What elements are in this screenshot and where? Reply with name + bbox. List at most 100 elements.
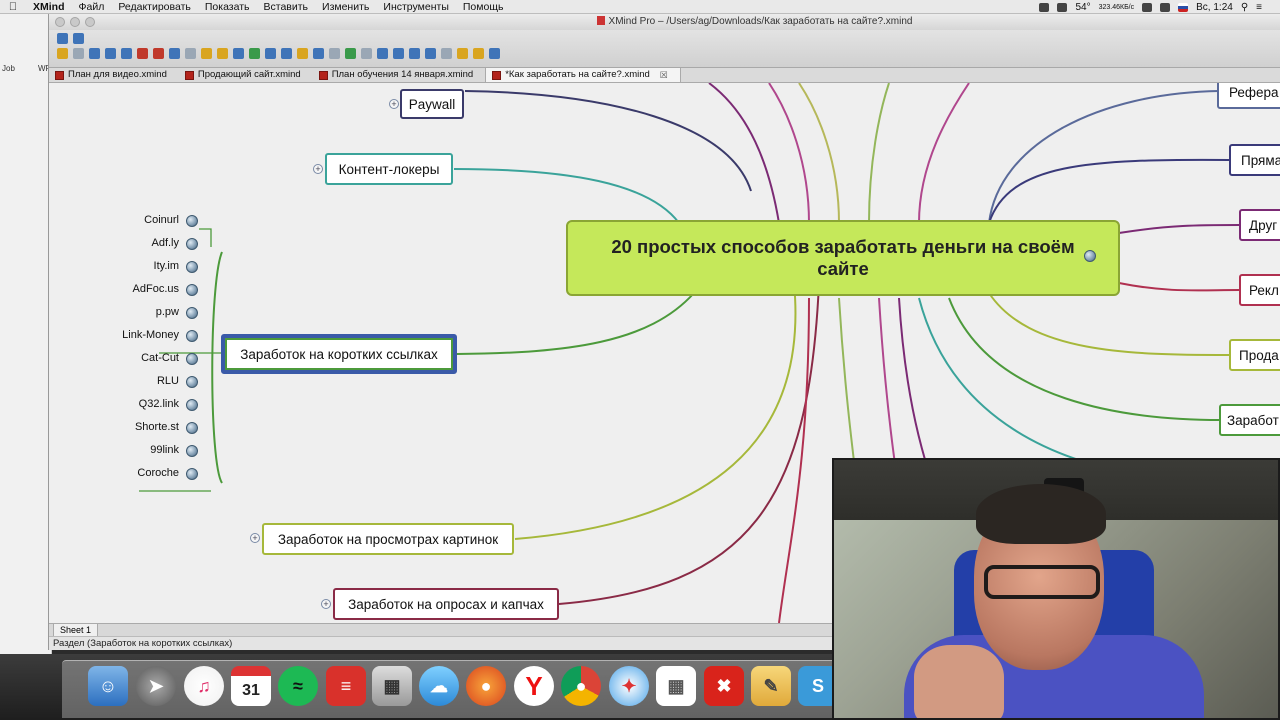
zoom-out-icon[interactable] xyxy=(393,48,404,59)
menu-insert[interactable]: Вставить xyxy=(257,0,316,14)
itunes-icon[interactable]: ♫ xyxy=(184,666,224,706)
menu-view[interactable]: Показать xyxy=(198,0,257,14)
short-link-item[interactable]: p.pw xyxy=(89,306,179,318)
hyperlink-globe-icon[interactable] xyxy=(186,376,198,388)
clock[interactable]: Вс, 1:24 xyxy=(1196,2,1233,13)
expand-content-lockers-icon[interactable]: + xyxy=(313,164,323,174)
tab-plan-video[interactable]: План для видео.xmind xyxy=(49,68,179,82)
close-tab-icon[interactable]: ☒ xyxy=(660,68,668,82)
drill-up-icon[interactable] xyxy=(361,48,372,59)
hyperlink-globe-icon[interactable] xyxy=(186,353,198,365)
wifi-icon[interactable] xyxy=(1142,2,1153,12)
marker-icon[interactable] xyxy=(249,48,260,59)
idea-icon[interactable] xyxy=(297,48,308,59)
menu-modify[interactable]: Изменить xyxy=(315,0,376,14)
topic-referral[interactable]: Рефера xyxy=(1217,83,1280,109)
hyperlink-globe-icon[interactable] xyxy=(186,330,198,342)
hyperlink-globe-icon[interactable] xyxy=(186,284,198,296)
short-link-item[interactable]: Ity.im xyxy=(89,260,179,272)
launchpad-icon[interactable]: ➤ xyxy=(136,666,176,706)
topic-direct[interactable]: Пряма xyxy=(1229,144,1280,176)
chrome-icon[interactable]: ● xyxy=(561,666,601,706)
topic-icon[interactable] xyxy=(89,48,100,59)
topic-short-links-selected[interactable]: Заработок на коротких ссылках xyxy=(221,334,457,374)
subtopic-icon[interactable] xyxy=(105,48,116,59)
topic-other[interactable]: Друг xyxy=(1239,209,1280,241)
gear-icon[interactable] xyxy=(441,48,452,59)
note-icon[interactable] xyxy=(233,48,244,59)
folder-icon[interactable] xyxy=(473,48,484,59)
expand-paywall-icon[interactable]: + xyxy=(389,99,399,109)
menu-app[interactable]: XMind xyxy=(26,0,72,14)
topic-paywall[interactable]: Paywall xyxy=(400,89,464,119)
apple-menu-icon[interactable]:  xyxy=(0,1,26,13)
spotify-icon[interactable]: ≈ xyxy=(278,666,318,706)
topic-image-views[interactable]: Заработок на просмотрах картинок xyxy=(262,523,514,555)
menu-help[interactable]: Помощь xyxy=(456,0,511,14)
export-icon[interactable] xyxy=(457,48,468,59)
sync-icon[interactable] xyxy=(1057,2,1068,12)
xmind-dock-icon[interactable]: ✖ xyxy=(704,666,744,706)
menu-tools[interactable]: Инструменты xyxy=(376,0,455,14)
central-topic[interactable]: 20 простых способов заработать деньги на… xyxy=(566,220,1120,296)
short-link-item[interactable]: Coroche xyxy=(89,467,179,479)
layout-icon[interactable] xyxy=(377,48,388,59)
zoom-fit-icon[interactable] xyxy=(409,48,420,59)
expand-image-views-icon[interactable]: + xyxy=(250,533,260,543)
list-icon[interactable]: ≡ xyxy=(1256,2,1262,13)
finder-icon[interactable]: ☺ xyxy=(88,666,128,706)
relationship-icon[interactable] xyxy=(137,48,148,59)
tab-training-plan[interactable]: План обучения 14 января.xmind xyxy=(313,68,486,82)
summary-icon[interactable] xyxy=(217,48,228,59)
tab-earn-on-site[interactable]: *Как заработать на сайте?.xmind ☒ xyxy=(485,68,681,82)
cloud-app-icon[interactable]: ☁ xyxy=(419,666,459,706)
menu-edit[interactable]: Редактировать xyxy=(111,0,198,14)
short-link-item[interactable]: RLU xyxy=(89,375,179,387)
boundary-icon[interactable] xyxy=(201,48,212,59)
topic-earnings[interactable]: Заработ xyxy=(1219,404,1280,436)
short-link-item[interactable]: Q32.link xyxy=(89,398,179,410)
image-icon[interactable] xyxy=(169,48,180,59)
drill-down-icon[interactable] xyxy=(345,48,356,59)
undo-icon[interactable] xyxy=(57,48,68,59)
hyperlink-globe-icon[interactable] xyxy=(186,215,198,227)
floating-topic-icon[interactable] xyxy=(121,48,132,59)
hyperlink-globe-icon[interactable] xyxy=(186,399,198,411)
brainstorm-icon[interactable] xyxy=(329,48,340,59)
short-link-item[interactable]: Shorte.st xyxy=(89,421,179,433)
firefox-icon[interactable]: ● xyxy=(466,666,506,706)
tab-selling-site[interactable]: Продающий сайт.xmind xyxy=(179,68,313,82)
hyperlink-globe-icon[interactable] xyxy=(186,468,198,480)
notes-app-icon[interactable]: ✎ xyxy=(751,666,791,706)
short-link-item[interactable]: Cat-Cut xyxy=(89,352,179,364)
zoom-in-icon[interactable] xyxy=(425,48,436,59)
topic-content-lockers[interactable]: Контент-локеры xyxy=(325,153,453,185)
grid-app-icon[interactable]: ▦ xyxy=(656,666,696,706)
calculator-icon[interactable]: ▦ xyxy=(372,666,412,706)
edit-icon[interactable] xyxy=(73,33,84,44)
safari-icon[interactable]: ✦ xyxy=(609,666,649,706)
hyperlink-globe-icon[interactable] xyxy=(1084,250,1096,262)
save-icon[interactable] xyxy=(489,48,500,59)
nav-back-icon[interactable] xyxy=(57,33,68,44)
short-link-item[interactable]: 99link xyxy=(89,444,179,456)
presentation-icon[interactable] xyxy=(313,48,324,59)
dropbox-icon[interactable] xyxy=(1039,2,1050,12)
todoist-icon[interactable]: ≡ xyxy=(326,666,366,706)
hyperlink-globe-icon[interactable] xyxy=(186,307,198,319)
label-icon[interactable] xyxy=(265,48,276,59)
search-icon[interactable]: ⚲ xyxy=(1241,2,1248,13)
yandex-browser-icon[interactable]: Y xyxy=(514,666,554,706)
expand-polls-captchas-icon[interactable]: + xyxy=(321,599,331,609)
short-link-item[interactable]: Adf.ly xyxy=(89,237,179,249)
topic-ads[interactable]: Рекл xyxy=(1239,274,1280,306)
flag-icon[interactable] xyxy=(1178,2,1189,12)
short-link-item[interactable]: Link-Money xyxy=(89,329,179,341)
redo-icon[interactable] xyxy=(73,48,84,59)
hyperlink-globe-icon[interactable] xyxy=(186,238,198,250)
link-icon[interactable] xyxy=(185,48,196,59)
topic-sales[interactable]: Прода xyxy=(1229,339,1280,371)
short-link-item[interactable]: AdFoc.us xyxy=(89,283,179,295)
volume-icon[interactable] xyxy=(1160,2,1171,12)
topic-polls-captchas[interactable]: Заработок на опросах и капчах xyxy=(333,588,559,620)
